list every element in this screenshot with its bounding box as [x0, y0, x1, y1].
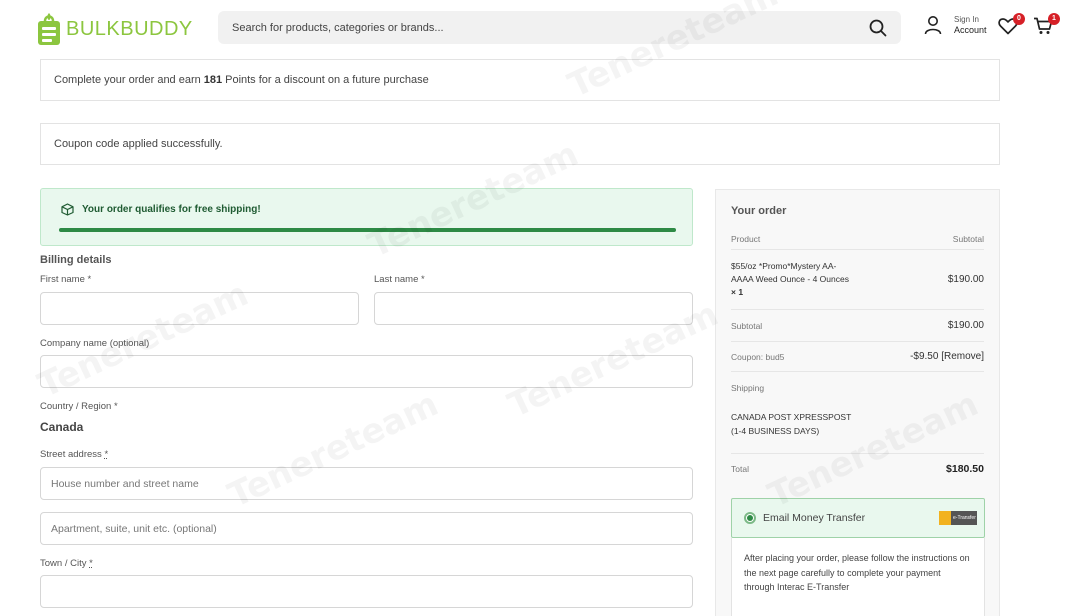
product-name-text: $55/oz *Promo*Mystery AA-AAAA Weed Ounce… [731, 261, 849, 284]
country-value: Canada [40, 420, 84, 434]
subtotal-row: Subtotal $190.00 [731, 310, 984, 342]
town-field[interactable] [40, 575, 693, 608]
apartment-field[interactable] [40, 512, 693, 545]
shipping-method: CANADA POST XPRESSPOST (1-4 BUSINESS DAY… [731, 410, 931, 438]
subtotal-label: Subtotal [731, 320, 763, 331]
payment-method-label: Email Money Transfer [763, 512, 866, 524]
shipping-label: Shipping [731, 383, 765, 393]
wishlist-button[interactable]: 0 [998, 13, 1025, 37]
points-text-after: Points for a discount on a future purcha… [225, 74, 429, 86]
order-table-header: Product Subtotal [731, 228, 984, 250]
coupon-value: -$9.50 [Remove] [910, 351, 984, 362]
country-label: Country / Region * [40, 401, 118, 412]
first-name-label: First name * [40, 274, 91, 285]
account-link[interactable]: Sign In Account [924, 14, 987, 36]
account-label: Account [954, 25, 987, 35]
points-value: 181 [203, 74, 223, 86]
free-shipping-progress-fill [59, 228, 676, 232]
required-mark: * [104, 449, 109, 460]
free-shipping-progress [59, 228, 676, 232]
coupon-success-notice: Coupon code applied successfully. [40, 123, 1000, 165]
first-name-field[interactable] [40, 292, 359, 325]
billing-details-title: Billing details [40, 254, 112, 266]
points-notice: Complete your order and earn 181 Points … [40, 59, 1000, 101]
order-summary: Your order Product Subtotal $55/oz *Prom… [715, 189, 1000, 616]
remove-coupon-link[interactable]: [Remove] [941, 351, 984, 362]
logo-bag-icon [38, 13, 60, 45]
points-text-before: Complete your order and earn [54, 74, 201, 86]
payment-description: After placing your order, please follow … [731, 538, 985, 616]
company-label: Company name (optional) [40, 338, 150, 349]
wishlist-count-badge: 0 [1013, 13, 1025, 25]
subtotal-value: $190.00 [947, 320, 984, 331]
product-name: $55/oz *Promo*Mystery AA-AAAA Weed Ounce… [731, 260, 851, 299]
logo-text: BULKBUDDY [66, 17, 193, 40]
sign-in-label: Sign In [954, 15, 979, 24]
payment-option-emt[interactable]: Email Money Transfer e-Transfer [731, 498, 985, 538]
site-header: BULKBUDDY Sign In Account 0 1 [0, 0, 1065, 56]
user-icon [924, 16, 942, 35]
street-label-text: Street address [40, 449, 102, 460]
search-bar [218, 11, 901, 44]
shipping-method-duration: (1-4 BUSINESS DAYS) [731, 426, 820, 436]
company-field[interactable] [40, 355, 693, 388]
payment-radio[interactable] [744, 512, 756, 524]
account-text: Sign In Account [954, 14, 987, 36]
required-mark: * [89, 558, 93, 569]
logo[interactable]: BULKBUDDY [36, 10, 193, 48]
free-shipping-message: Your order qualifies for free shipping! [61, 203, 261, 216]
interac-logo-icon: e-Transfer [939, 511, 977, 525]
total-label: Total [731, 464, 749, 474]
order-line-item: $55/oz *Promo*Mystery AA-AAAA Weed Ounce… [731, 250, 984, 310]
required-mark: * [87, 274, 92, 285]
shipping-method-name: CANADA POST XPRESSPOST [731, 412, 852, 422]
search-icon[interactable] [869, 19, 887, 37]
interac-logo-text: e-Transfer [953, 515, 976, 521]
last-name-field[interactable] [374, 292, 693, 325]
search-input[interactable] [232, 21, 869, 34]
last-name-label: Last name * [374, 274, 425, 285]
last-name-label-text: Last name [374, 274, 419, 285]
radio-dot [747, 515, 753, 521]
first-name-label-text: First name [40, 274, 85, 285]
product-column-header: Product [731, 233, 761, 244]
town-label-text: Town / City [40, 558, 87, 569]
free-shipping-notice: Your order qualifies for free shipping! [40, 188, 693, 246]
box-icon [61, 203, 74, 216]
required-mark: * [421, 274, 425, 285]
total-row: Total $180.50 [731, 454, 984, 484]
coupon-discount: -$9.50 [910, 351, 939, 362]
country-label-text: Country / Region [40, 401, 112, 412]
coupon-label: Coupon: bud5 [731, 351, 785, 362]
coupon-success-text: Coupon code applied successfully. [54, 138, 223, 150]
street-address-field[interactable] [40, 467, 693, 500]
total-value: $180.50 [946, 463, 984, 475]
cart-button[interactable]: 1 [1033, 13, 1060, 37]
coupon-row: Coupon: bud5 -$9.50 [Remove] [731, 342, 984, 372]
free-shipping-text: Your order qualifies for free shipping! [82, 204, 261, 215]
subtotal-column-header: Subtotal [952, 233, 984, 244]
product-quantity: × 1 [731, 287, 744, 297]
interac-logo-mark [939, 511, 951, 525]
required-mark: * [113, 401, 118, 412]
town-label: Town / City * [40, 558, 93, 569]
street-label: Street address * [40, 449, 108, 460]
product-price: $190.00 [947, 274, 984, 285]
order-title: Your order [731, 205, 787, 217]
cart-count-badge: 1 [1048, 13, 1060, 25]
